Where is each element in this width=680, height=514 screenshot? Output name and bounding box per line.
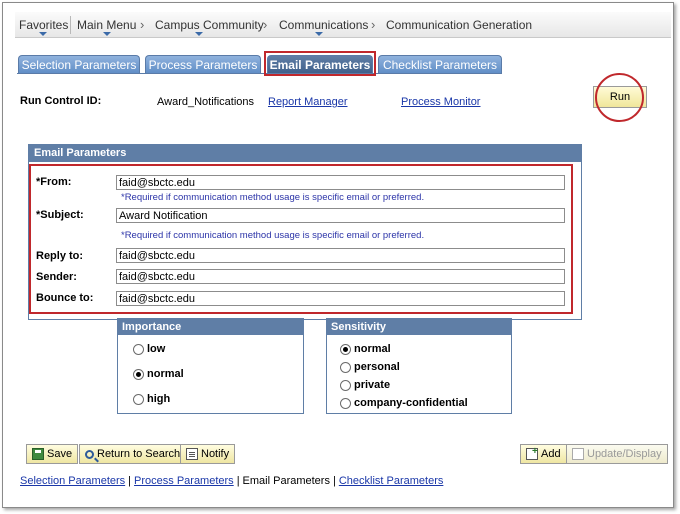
radio-sens-company-confidential[interactable] [340,397,351,409]
importance-option-low[interactable]: low [133,343,165,355]
radio-sens-normal[interactable] [340,343,351,355]
subject-hint: *Required if communication method usage … [121,230,425,241]
from-label: *From: [36,176,72,188]
nav-campus-community[interactable]: Campus Community [155,18,264,32]
importance-header: Importance [118,319,303,335]
run-control-label: Run Control ID: [20,95,102,107]
notify-label: Notify [201,448,230,460]
nav-favorites[interactable]: Favorites [19,18,68,32]
radio-high[interactable] [133,393,144,405]
add-icon [526,446,538,460]
sensitivity-normal-label: normal [354,343,391,355]
sensitivity-header: Sensitivity [327,319,511,335]
nav-divider [70,16,71,34]
footer-link-checklist-parameters[interactable]: Checklist Parameters [339,475,444,487]
tab-underline [17,73,501,74]
bounce-to-field[interactable] [116,291,565,306]
tab-highlight-annotation [264,51,376,76]
importance-normal-label: normal [147,368,184,380]
from-hint: *Required if communication method usage … [121,192,425,203]
sender-field[interactable] [116,269,565,284]
importance-option-normal[interactable]: normal [133,368,184,380]
importance-option-high[interactable]: high [133,393,170,405]
run-control-value: Award_Notifications [157,96,255,108]
tab-checklist-parameters[interactable]: Checklist Parameters [378,55,502,74]
save-button[interactable]: Save [26,444,79,464]
sensitivity-personal-label: personal [354,361,400,373]
sender-label: Sender: [36,271,77,283]
return-to-search-label: Return to Search [97,448,181,460]
sensitivity-company-confidential-label: company-confidential [354,397,468,409]
radio-normal[interactable] [133,368,144,380]
chevron-down-icon [39,32,47,36]
sensitivity-private-label: private [354,379,391,391]
footer-separator: | [236,475,240,487]
subject-label: *Subject: [36,209,84,221]
importance-high-label: high [147,393,171,405]
run-highlight-annotation [595,73,644,122]
sensitivity-option-company-confidential[interactable]: company-confidential [340,397,468,409]
sensitivity-option-normal[interactable]: normal [340,343,391,355]
update-display-button[interactable]: Update/Display [566,444,668,464]
report-manager-link[interactable]: Report Manager [268,96,348,108]
breadcrumb-nav: Favorites Main Menu › Campus Community ›… [15,12,671,38]
importance-low-label: low [147,343,166,355]
tab-process-parameters[interactable]: Process Parameters [145,55,261,74]
chevron-right-icon: › [263,17,268,32]
nav-communications[interactable]: Communications [279,18,368,32]
footer-separator: | [332,475,336,487]
sensitivity-option-personal[interactable]: personal [340,361,400,373]
footer-current-email-parameters: Email Parameters [242,475,330,487]
footer-separator: | [128,475,132,487]
add-label: Add [541,448,561,460]
chevron-down-icon [103,32,111,36]
footer-link-process-parameters[interactable]: Process Parameters [134,475,234,487]
subject-field[interactable] [116,208,565,223]
radio-sens-private[interactable] [340,379,351,391]
radio-low[interactable] [133,343,144,355]
save-label: Save [47,448,73,460]
notify-icon [186,448,198,460]
process-monitor-link[interactable]: Process Monitor [401,96,480,108]
chevron-down-icon [195,32,203,36]
search-icon [85,449,94,459]
update-display-icon [572,448,584,460]
add-button[interactable]: Add [520,444,567,464]
chevron-right-icon: › [140,17,145,32]
reply-to-field[interactable] [116,248,565,263]
tab-selection-parameters[interactable]: Selection Parameters [18,55,140,74]
from-field[interactable] [116,175,565,190]
sensitivity-option-private[interactable]: private [340,379,390,391]
email-parameters-header: Email Parameters [29,145,581,162]
chevron-right-icon: › [371,17,376,32]
bounce-to-label: Bounce to: [36,292,94,304]
notify-button[interactable]: Notify [180,444,236,464]
update-display-label: Update/Display [587,448,662,460]
nav-main-menu[interactable]: Main Menu [77,18,136,32]
save-icon [32,448,44,460]
footer-link-selection-parameters[interactable]: Selection Parameters [20,475,125,487]
reply-to-label: Reply to: [36,250,84,262]
radio-sens-personal[interactable] [340,361,351,373]
footer-links: Selection Parameters | Process Parameters |… [20,475,443,487]
nav-communication-generation[interactable]: Communication Generation [386,18,532,32]
chevron-down-icon [315,32,323,36]
return-to-search-button[interactable]: Return to Search [79,444,187,464]
